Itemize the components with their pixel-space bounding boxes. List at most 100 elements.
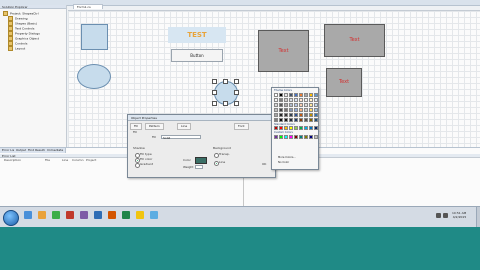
color-swatch[interactable] [289,108,293,112]
visual-studio-icon[interactable] [80,211,88,219]
color-swatch[interactable] [309,108,313,112]
color-swatch[interactable] [284,108,288,112]
resize-handle[interactable] [234,101,239,106]
color-swatch[interactable] [314,108,318,112]
color-swatch[interactable] [299,93,303,97]
column-header[interactable]: Description [4,158,21,163]
color-swatch[interactable] [284,103,288,107]
start-button[interactable] [3,210,19,226]
color-swatch[interactable] [274,93,278,97]
tab-immediate[interactable]: Immediate [45,148,67,153]
rectangle-shape[interactable] [81,24,108,50]
color-swatch[interactable] [289,135,293,139]
color-swatch[interactable] [279,118,283,122]
resize-handle[interactable] [223,101,228,106]
tab-font[interactable]: Font [234,123,249,130]
color-swatch[interactable] [284,135,288,139]
color-swatch[interactable] [294,93,298,97]
color-swatch[interactable] [284,98,288,102]
color-swatch[interactable] [274,103,278,107]
resize-handle[interactable] [212,79,217,84]
button-shape[interactable]: Button [171,49,223,62]
color-swatch[interactable] [294,98,298,102]
resize-handle[interactable] [212,90,217,95]
color-swatch[interactable] [294,113,298,117]
color-swatch[interactable] [284,93,288,97]
color-swatch[interactable] [299,108,303,112]
ok-button[interactable]: OK [262,162,266,166]
app-icon[interactable] [66,211,74,219]
color-swatch[interactable] [289,103,293,107]
color-swatch[interactable] [304,113,308,117]
text-box-shape[interactable]: Text [258,30,309,72]
color-swatch[interactable] [274,108,278,112]
color-swatch[interactable] [279,126,283,130]
color-swatch[interactable] [309,118,313,122]
column-header[interactable]: Project [86,158,96,163]
color-swatch[interactable] [299,126,303,130]
color-swatch[interactable] [299,98,303,102]
color-swatch[interactable] [289,93,293,97]
tab-pattern[interactable]: Pattern [145,123,164,130]
color-swatch[interactable] [274,113,278,117]
color-swatch[interactable] [289,126,293,130]
color-swatch[interactable] [284,126,288,130]
color-swatch[interactable] [304,98,308,102]
color-swatch[interactable] [314,98,318,102]
color-swatch[interactable] [304,103,308,107]
color-swatch[interactable] [309,103,313,107]
media-icon[interactable] [52,211,60,219]
color-swatch[interactable] [274,126,278,130]
tab-line[interactable]: Line [177,123,192,130]
color-swatch[interactable] [289,118,293,122]
network-icon[interactable] [436,213,441,218]
color-swatch[interactable] [299,135,303,139]
fill-type-select[interactable]: Solid [161,135,201,140]
color-swatch[interactable] [309,98,313,102]
color-swatch[interactable] [304,93,308,97]
color-swatch[interactable] [304,126,308,130]
color-swatch[interactable] [294,118,298,122]
resize-handle[interactable] [234,90,239,95]
color-swatch[interactable] [314,126,318,130]
color-swatch[interactable] [274,135,278,139]
color-swatch[interactable] [309,93,313,97]
color-swatch[interactable] [294,135,298,139]
tab-fill[interactable]: Fill [130,123,143,130]
color-swatch[interactable] [314,118,318,122]
color-swatch[interactable] [314,113,318,117]
ellipse-shape[interactable] [77,64,111,89]
word-icon[interactable] [94,211,102,219]
more-colors-item[interactable]: More Colors... [278,156,296,159]
volume-icon[interactable] [443,213,448,218]
show-desktop-button[interactable] [476,207,480,228]
browser-icon[interactable] [150,211,158,219]
color-swatch[interactable] [309,126,313,130]
weight-input[interactable] [195,165,203,169]
color-swatch[interactable] [274,118,278,122]
column-header[interactable]: Column [72,158,84,163]
clock[interactable]: 10:51 AM 4/2/2015 [452,211,466,219]
color-swatch[interactable] [284,113,288,117]
text-box-shape[interactable]: Text [326,68,362,97]
notes-icon[interactable] [136,211,144,219]
excel-icon[interactable] [122,211,130,219]
color-swatch[interactable] [299,118,303,122]
color-swatch[interactable] [309,113,313,117]
color-swatch[interactable] [289,98,293,102]
color-swatch[interactable] [294,103,298,107]
explorer-icon[interactable] [24,211,32,219]
color-swatch[interactable] [279,108,283,112]
resize-handle[interactable] [223,79,228,84]
text-box-shape[interactable]: Text [324,24,385,57]
color-swatch[interactable] [279,113,283,117]
color-swatch[interactable] [294,126,298,130]
color-swatch[interactable] [279,135,283,139]
color-swatch[interactable] [304,108,308,112]
color-swatch[interactable] [294,108,298,112]
color-swatch-button[interactable] [195,157,207,164]
color-swatch[interactable] [274,98,278,102]
color-swatch[interactable] [289,113,293,117]
color-swatch[interactable] [309,135,313,139]
tree-item[interactable]: Layout [8,46,25,51]
